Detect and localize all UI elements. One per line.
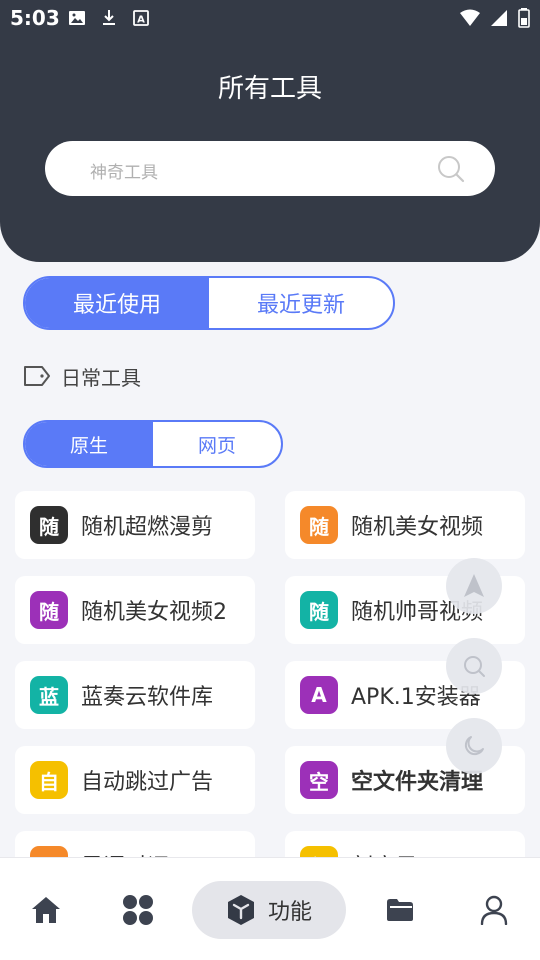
signal-icon: [491, 10, 507, 26]
tool-badge: 早: [30, 846, 68, 857]
tool-card[interactable]: 自 自动跳过广告: [15, 746, 255, 814]
tool-card[interactable]: 随 随机美女视频: [285, 491, 525, 559]
tab-recent-updated[interactable]: 最近更新: [209, 278, 393, 328]
search-placeholder: 神奇工具: [90, 163, 158, 183]
download-icon: [103, 10, 115, 25]
status-time: 5:03: [10, 6, 60, 30]
nav-tools[interactable]: 功能: [192, 881, 346, 939]
nav-folder[interactable]: [376, 886, 424, 934]
grid-apps-icon: [123, 895, 153, 925]
navigation-arrow-icon: [464, 574, 484, 597]
bottom-navigation: 功能: [0, 857, 540, 960]
tool-name: 蓝奏云软件库: [81, 685, 214, 710]
battery-icon: [518, 8, 530, 28]
tool-name: 随机美女视频: [351, 515, 484, 540]
status-system-icons: [460, 8, 530, 28]
tool-badge: 随: [300, 591, 338, 629]
cube-icon: [227, 895, 254, 925]
image-icon: [69, 11, 85, 25]
category-header: 日常工具: [23, 362, 141, 390]
tool-badge: 刻: [300, 846, 338, 857]
home-icon: [32, 897, 60, 923]
header: [0, 0, 540, 262]
tool-badge: A: [300, 676, 338, 714]
tool-badge: 空: [300, 761, 338, 799]
recent-tabs: 最近使用 最近更新: [23, 276, 395, 330]
type-tabs: 原生 网页: [23, 420, 283, 468]
category-label: 日常工具: [61, 365, 141, 390]
search-input[interactable]: 神奇工具: [45, 141, 495, 196]
svg-text:A: A: [137, 15, 145, 26]
tool-badge: 自: [30, 761, 68, 799]
nav-tools-label: 功能: [267, 900, 312, 925]
tag-icon: [24, 366, 50, 386]
tool-badge: 随: [300, 506, 338, 544]
tool-card[interactable]: 蓝 蓝奏云软件库: [15, 661, 255, 729]
search-icon[interactable]: [437, 155, 465, 183]
moon-icon: [464, 736, 484, 756]
night-mode-button[interactable]: [446, 718, 502, 774]
tool-badge: 随: [30, 591, 68, 629]
nav-home[interactable]: [22, 886, 70, 934]
tool-name: 随机美女视频2: [81, 600, 227, 625]
tool-name: 刻度尺: [351, 849, 417, 857]
search-fab-button[interactable]: [446, 638, 502, 694]
scroll-top-button[interactable]: [446, 558, 502, 614]
wifi-icon: [460, 9, 480, 26]
page-title: 所有工具: [217, 74, 322, 104]
nav-profile[interactable]: [470, 886, 518, 934]
folder-icon: [387, 899, 413, 921]
search-icon: [464, 656, 485, 677]
tool-card[interactable]: 随 随机美女视频2: [15, 576, 255, 644]
tool-card[interactable]: 早 早语对词: [15, 831, 255, 857]
status-notification-icons: A: [68, 9, 150, 27]
status-bar: 5:03 A: [0, 0, 540, 36]
tool-name: 自动跳过广告: [81, 770, 214, 795]
tool-badge: 随: [30, 506, 68, 544]
user-icon: [480, 895, 508, 925]
tool-badge: 蓝: [30, 676, 68, 714]
nav-apps[interactable]: [114, 886, 162, 934]
tab-native[interactable]: 原生: [25, 422, 153, 466]
tab-recent-used[interactable]: 最近使用: [25, 278, 209, 328]
tab-web[interactable]: 网页: [153, 422, 281, 466]
tool-card[interactable]: 随 随机超燃漫剪: [15, 491, 255, 559]
app-a-icon: A: [133, 10, 149, 26]
tool-name: 早语对词: [81, 849, 169, 857]
tool-card[interactable]: 刻 刻度尺: [285, 831, 525, 857]
tool-name: 随机超燃漫剪: [81, 515, 214, 540]
